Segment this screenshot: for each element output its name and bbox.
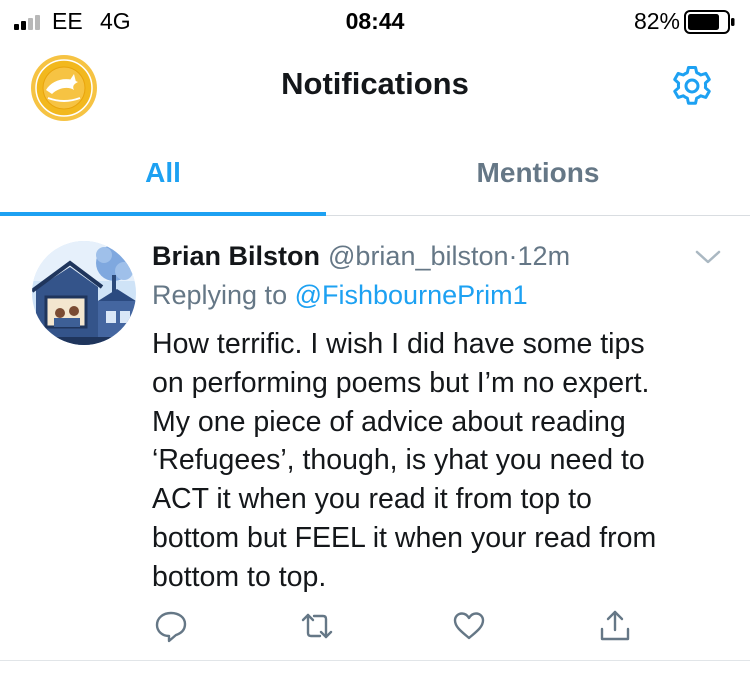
tweet-text-line: bottom but FEEL it when your read from bbox=[152, 521, 657, 554]
tweet-actions bbox=[152, 609, 652, 643]
replying-to-line: Replying to @FishbournePrim1 bbox=[152, 278, 528, 312]
like-icon[interactable] bbox=[452, 609, 486, 643]
tweet-time[interactable]: 12m bbox=[518, 241, 571, 271]
tweet-text-line: on performing poems but I’m no expert. bbox=[152, 366, 650, 399]
tweet-text-line: ‘Refugees’, though, is yhat you need to bbox=[152, 444, 645, 477]
meta-separator: · bbox=[508, 241, 518, 271]
notification-tabs: All Mentions bbox=[0, 132, 750, 216]
replying-to-prefix: Replying to bbox=[152, 280, 288, 310]
retweet-icon[interactable] bbox=[300, 609, 334, 643]
author-handle[interactable]: @brian_bilston bbox=[328, 241, 509, 271]
tab-all[interactable]: All bbox=[0, 132, 326, 216]
replying-to-handle[interactable]: @FishbournePrim1 bbox=[295, 280, 528, 310]
tweet-text-line: My one piece of advice about reading bbox=[152, 405, 626, 438]
tweet-text-line: How terrific. I wish I did have some tip… bbox=[152, 328, 645, 360]
author-name[interactable]: Brian Bilston bbox=[152, 241, 320, 271]
tweet-text: How terrific. I wish I did have some tip… bbox=[152, 325, 732, 597]
tweet-text-line: ACT it when you read it from top to bbox=[152, 483, 592, 516]
share-icon[interactable] bbox=[598, 609, 632, 643]
battery-icon bbox=[684, 10, 735, 34]
reply-icon[interactable] bbox=[154, 609, 188, 643]
chevron-down-icon[interactable] bbox=[694, 247, 722, 267]
tweet-card[interactable]: Brian Bilston @brian_bilston·12m Replying… bbox=[0, 217, 750, 661]
avatar[interactable] bbox=[32, 241, 136, 345]
active-tab-indicator bbox=[0, 212, 326, 216]
app-header: Notifications bbox=[0, 40, 750, 132]
page-title: Notifications bbox=[281, 66, 469, 101]
gear-icon[interactable] bbox=[668, 62, 716, 110]
battery-percent: 82% bbox=[633, 8, 680, 34]
status-bar: EE 4G 08:44 82% bbox=[0, 0, 750, 40]
tweet-header: Brian Bilston @brian_bilston·12m bbox=[152, 239, 570, 273]
tab-mentions[interactable]: Mentions bbox=[326, 132, 750, 216]
tweet-text-line: bottom to top. bbox=[152, 560, 327, 593]
